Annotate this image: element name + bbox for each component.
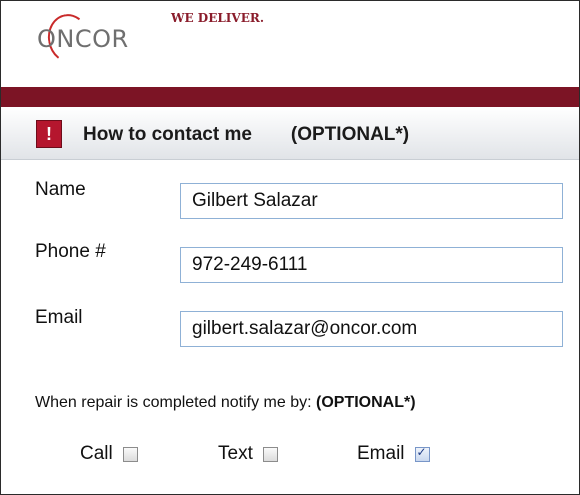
text-label: Text [218, 443, 253, 464]
tagline: WE DELIVER. [171, 11, 265, 25]
email-label: Email [35, 307, 83, 328]
section-title-text: How to contact me [83, 124, 252, 145]
text-checkbox[interactable] [262, 446, 278, 462]
email-checkbox[interactable] [414, 445, 430, 462]
name-label: Name [35, 179, 86, 200]
name-field[interactable] [180, 183, 563, 219]
call-checkbox[interactable] [122, 446, 138, 462]
email-field[interactable] [180, 311, 563, 347]
phone-label: Phone # [35, 241, 106, 262]
brand-bar [1, 87, 579, 107]
email-option-label: Email [357, 443, 405, 464]
notify-optional-label: (OPTIONAL*) [316, 394, 416, 411]
notify-instruction: When repair is completed notify me by: (… [35, 394, 416, 412]
notify-text: When repair is completed notify me by: [35, 394, 317, 411]
call-label: Call [80, 443, 113, 464]
notify-option-text[interactable]: Text [218, 443, 278, 465]
notify-option-call[interactable]: Call [80, 443, 138, 465]
section-title: How to contact me (OPTIONAL*) [83, 124, 409, 146]
exclamation-icon: ! [36, 120, 62, 148]
section-header: ! How to contact me (OPTIONAL*) [1, 107, 579, 160]
notify-option-email[interactable]: Email [357, 443, 430, 465]
contact-form-panel: ONCOR WE DELIVER. ! How to contact me (OP… [0, 0, 580, 495]
oncor-logo: ONCOR [37, 25, 129, 53]
section-optional-label: (OPTIONAL*) [290, 124, 410, 145]
phone-field[interactable] [180, 247, 563, 283]
